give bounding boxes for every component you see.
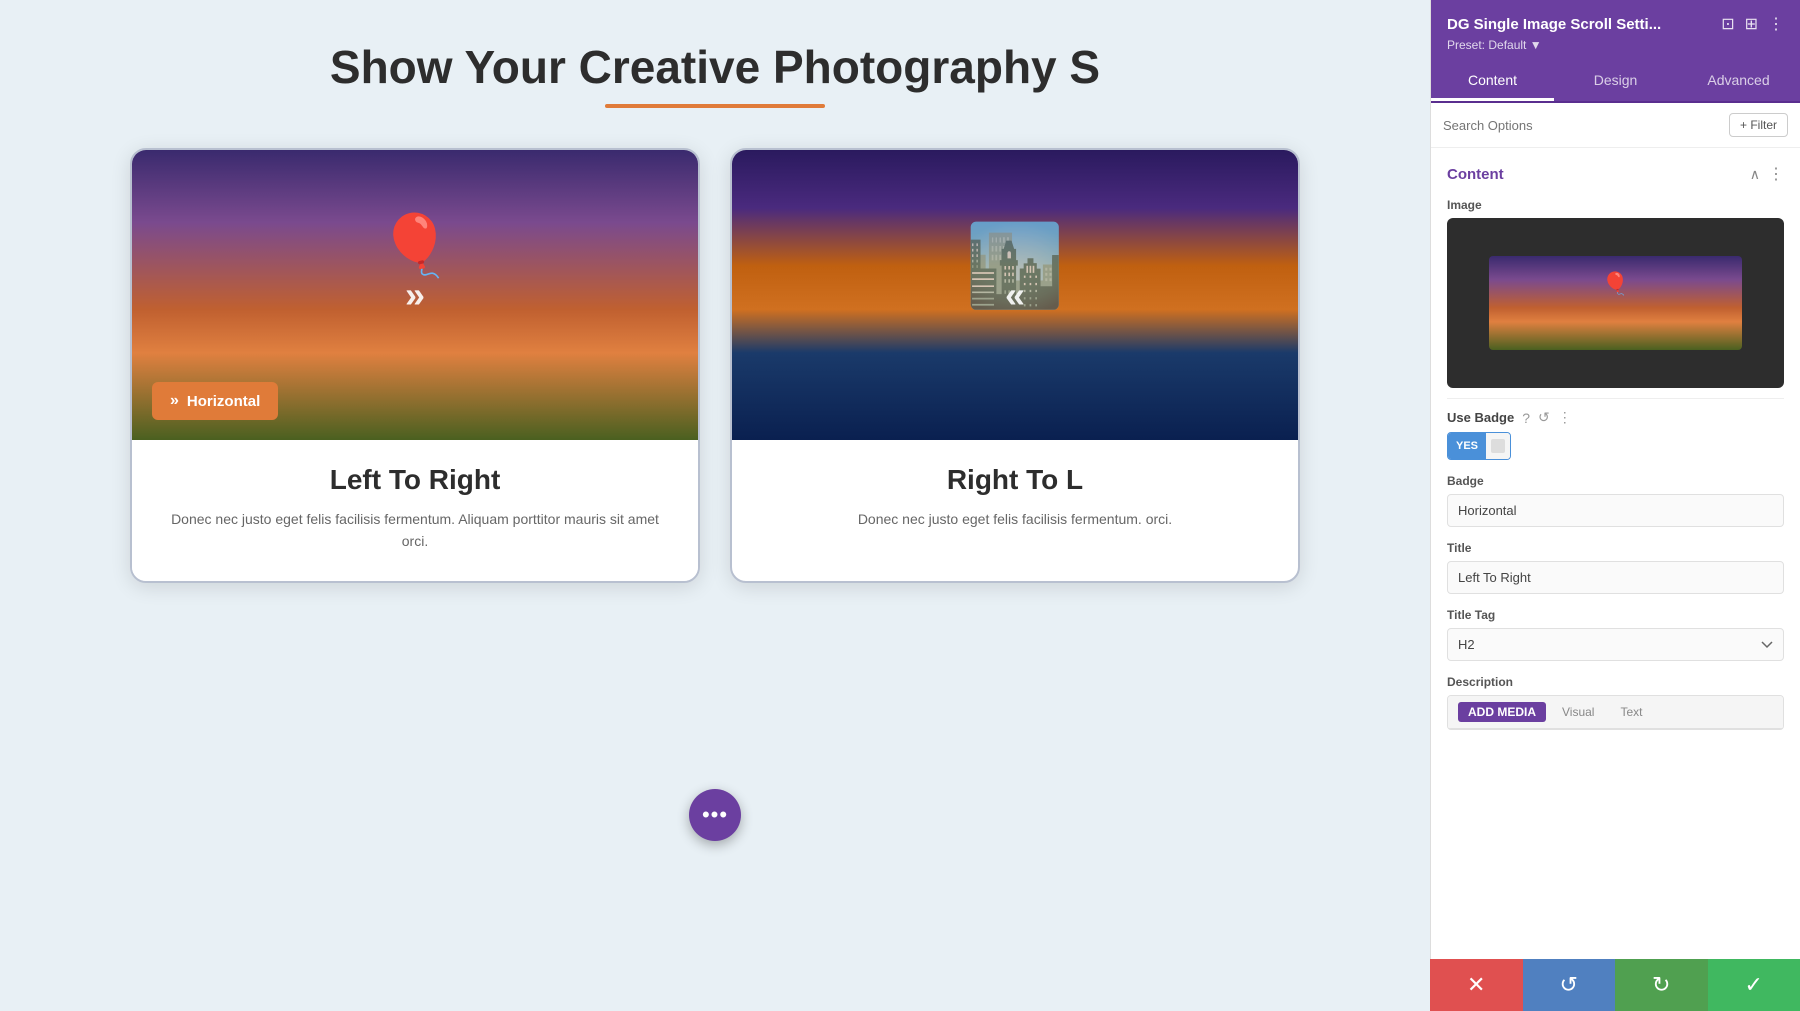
title-field-label: Title [1447, 541, 1784, 555]
arrow-overlay-right: » [405, 274, 425, 316]
visual-tab[interactable]: Visual [1552, 702, 1604, 722]
card-right-to-left[interactable]: « Right To L Donec nec justo eget felis … [730, 148, 1300, 583]
card-title-2: Right To L [760, 464, 1270, 496]
reset-icon[interactable]: ↺ [1538, 409, 1550, 426]
toggle-more-icon[interactable]: ⋮ [1558, 409, 1572, 426]
content-section-header: Content ∧ ⋮ [1447, 164, 1784, 184]
badge-field-label: Badge [1447, 474, 1784, 488]
help-icon[interactable]: ? [1522, 410, 1530, 426]
search-row: + Filter [1431, 103, 1800, 148]
cards-row: » » Horizontal Left To Right Donec nec j… [0, 148, 1430, 583]
arrow-left-icon: « [1005, 274, 1025, 316]
toggle-dot [1491, 439, 1505, 453]
description-editor: ADD MEDIA Visual Text [1447, 695, 1784, 730]
title-tag-select[interactable]: H2 H1 H3 H4 [1447, 628, 1784, 661]
add-media-button[interactable]: ADD MEDIA [1458, 702, 1546, 722]
panel-header-icons: ⊡ ⊞ ⋮ [1721, 14, 1784, 34]
bottom-action-bar: ✕ ↺ ↻ ✓ [1430, 959, 1800, 1011]
save-button[interactable]: ✓ [1708, 959, 1800, 1011]
card-desc-2: Donec nec justo eget felis facilisis fer… [760, 508, 1270, 530]
panel-title: DG Single Image Scroll Setti... [1447, 16, 1721, 33]
use-badge-label: Use Badge [1447, 410, 1514, 425]
title-underline [605, 104, 825, 108]
monitor-icon[interactable]: ⊡ [1721, 14, 1734, 34]
card-desc-1: Donec nec justo eget felis facilisis fer… [160, 508, 670, 553]
badge-arrows-icon: » [170, 392, 179, 410]
title-tag-label: Title Tag [1447, 608, 1784, 622]
tab-advanced[interactable]: Advanced [1677, 62, 1800, 101]
more-options-icon[interactable]: ⋮ [1768, 14, 1784, 34]
search-input[interactable] [1443, 118, 1721, 133]
image-field-label: Image [1447, 198, 1784, 212]
panel-title-row: DG Single Image Scroll Setti... ⊡ ⊞ ⋮ [1447, 14, 1784, 34]
image-preview-thumbnail [1489, 256, 1742, 350]
badge-input[interactable] [1447, 494, 1784, 527]
use-badge-row: Use Badge ? ↺ ⋮ [1447, 409, 1784, 426]
floating-action-button[interactable]: ••• [689, 789, 741, 841]
panel-preset[interactable]: Preset: Default ▼ [1447, 38, 1784, 52]
editor-toolbar: ADD MEDIA Visual Text [1448, 696, 1783, 729]
divider-1 [1447, 398, 1784, 399]
cancel-button[interactable]: ✕ [1430, 959, 1523, 1011]
section-more-icon[interactable]: ⋮ [1768, 164, 1784, 184]
canvas-area: Show Your Creative Photography S » » Hor… [0, 0, 1430, 1011]
settings-panel: DG Single Image Scroll Setti... ⊡ ⊞ ⋮ Pr… [1430, 0, 1800, 1011]
section-controls: ∧ ⋮ [1750, 164, 1784, 184]
card-left-to-right[interactable]: » » Horizontal Left To Right Donec nec j… [130, 148, 700, 583]
card-body-2: Right To L Donec nec justo eget felis fa… [732, 440, 1298, 558]
page-title: Show Your Creative Photography S [330, 40, 1100, 94]
use-badge-toggle[interactable]: YES [1447, 432, 1511, 460]
panel-header: DG Single Image Scroll Setti... ⊡ ⊞ ⋮ Pr… [1431, 0, 1800, 62]
panel-tabs: Content Design Advanced [1431, 62, 1800, 103]
card-image-wrap-1: » » Horizontal [132, 150, 698, 440]
arrow-overlay-left: « [1005, 274, 1025, 316]
badge-text: Horizontal [187, 393, 260, 410]
collapse-icon[interactable]: ∧ [1750, 166, 1760, 183]
title-input[interactable] [1447, 561, 1784, 594]
card-title-1: Left To Right [160, 464, 670, 496]
redo-button[interactable]: ↻ [1615, 959, 1708, 1011]
content-section-title: Content [1447, 166, 1504, 183]
toggle-yes[interactable]: YES [1448, 433, 1486, 459]
tab-content[interactable]: Content [1431, 62, 1554, 101]
image-preview[interactable] [1447, 218, 1784, 388]
tab-design[interactable]: Design [1554, 62, 1677, 101]
toggle-no[interactable] [1486, 433, 1510, 459]
panel-content: Content ∧ ⋮ Image Use Badge ? ↺ ⋮ YES Ba… [1431, 148, 1800, 1011]
filter-button[interactable]: + Filter [1729, 113, 1788, 137]
undo-button[interactable]: ↺ [1523, 959, 1616, 1011]
arrow-right-icon: » [405, 274, 425, 316]
description-field-label: Description [1447, 675, 1784, 689]
badge-horizontal: » Horizontal [152, 382, 278, 420]
card-image-wrap-2: « [732, 150, 1298, 440]
text-tab[interactable]: Text [1610, 702, 1652, 722]
layout-icon[interactable]: ⊞ [1745, 14, 1758, 34]
card-body-1: Left To Right Donec nec justo eget felis… [132, 440, 698, 581]
